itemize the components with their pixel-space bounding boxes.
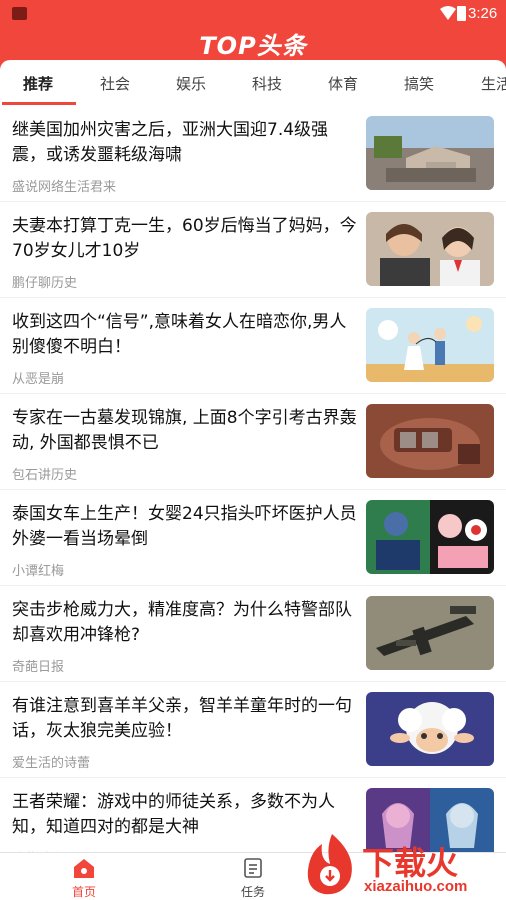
app-header: TOP头条 [0,26,506,60]
news-title[interactable]: 继美国加州灾害之后，亚洲大国迎7.4级强震，或诱发噩耗级海啸 [12,118,360,168]
tab-life[interactable]: 生活 [481,73,506,94]
news-source: 从恶是崩 [12,372,65,387]
news-title[interactable]: 突击步枪威力大，精准度高？为什么特警部队却喜欢用冲锋枪? [12,598,360,648]
news-thumbnail[interactable] [366,692,494,766]
tab-funny[interactable]: 搞笑 [404,73,434,94]
tab-tech[interactable]: 科技 [252,73,282,94]
news-source: 小谭红梅 [12,564,65,579]
tab-society[interactable]: 社会 [100,73,130,94]
wifi-icon [440,6,456,20]
news-thumbnail[interactable] [366,596,494,670]
tab-sports[interactable]: 体育 [328,73,358,94]
news-item[interactable]: 专家在一古墓发现锦旗, 上面8个字引考古界轰动, 外国都畏惧不已 包石讲历史 [0,394,506,490]
news-title[interactable]: 收到这四个“信号”,意味着女人在暗恋你,男人别傻傻不明白！ [12,310,360,360]
category-tabs: 推荐 社会 娱乐 科技 体育 搞笑 生活 [0,60,506,106]
nav-tasks-label: 任务 [240,885,265,899]
news-item[interactable]: 夫妻本打算丁克一生，60岁后悔当了妈妈，今70岁女儿才10岁 鹏仔聊历史 [0,202,506,298]
news-thumbnail[interactable] [366,212,494,286]
task-list-icon [244,858,262,878]
nav-home[interactable]: 首页 [44,853,124,900]
news-item[interactable]: 泰国女车上生产！女婴24只指头吓坏医护人员 外婆一看当场晕倒 小谭红梅 [0,490,506,586]
battery-icon [457,6,466,21]
news-thumbnail[interactable] [366,500,494,574]
tab-entertainment[interactable]: 娱乐 [176,73,206,94]
news-item[interactable]: 有谁注意到喜羊羊父亲，智羊羊童年时的一句话，灰太狼完美应验！ 爱生活的诗蕾 [0,682,506,778]
news-source: 奇葩日报 [12,660,65,675]
news-title[interactable]: 泰国女车上生产！女婴24只指头吓坏医护人员 外婆一看当场晕倒 [12,502,360,552]
active-tab-indicator [2,102,76,105]
news-title[interactable]: 专家在一古墓发现锦旗, 上面8个字引考古界轰动, 外国都畏惧不已 [12,406,360,456]
home-icon [74,859,94,878]
news-thumbnail[interactable] [366,308,494,382]
app-logo: TOP头条 [199,32,307,60]
news-source: 盛说网络生活君来 [12,180,117,195]
news-source: 爱生活的诗蕾 [12,756,91,771]
news-thumbnail[interactable] [366,116,494,190]
news-thumbnail[interactable] [366,404,494,478]
flame-logo [307,834,352,895]
news-item[interactable]: 突击步枪威力大，精准度高？为什么特警部队却喜欢用冲锋枪? 奇葩日报 [0,586,506,682]
watermark: 下载火 xiazaihuo.com [300,830,506,900]
news-source: 包石讲历史 [12,468,78,483]
news-title[interactable]: 有谁注意到喜羊羊父亲，智羊羊童年时的一句话，灰太狼完美应验！ [12,694,360,744]
news-title[interactable]: 夫妻本打算丁克一生，60岁后悔当了妈妈，今70岁女儿才10岁 [12,214,360,264]
status-bar: 3:26 [0,0,506,26]
nav-home-label: 首页 [71,885,96,899]
watermark-url: xiazaihuo.com [364,878,468,895]
tab-recommend[interactable]: 推荐 [23,73,53,94]
news-source: 鹏仔聊历史 [12,276,78,291]
nav-tasks[interactable]: 任务 [213,853,293,900]
sim-card-icon [12,7,27,20]
clock: 3:26 [468,5,498,22]
news-item[interactable]: 继美国加州灾害之后，亚洲大国迎7.4级强震，或诱发噩耗级海啸 盛说网络生活君来 [0,106,506,202]
news-item[interactable]: 收到这四个“信号”,意味着女人在暗恋你,男人别傻傻不明白！ 从恶是崩 [0,298,506,394]
